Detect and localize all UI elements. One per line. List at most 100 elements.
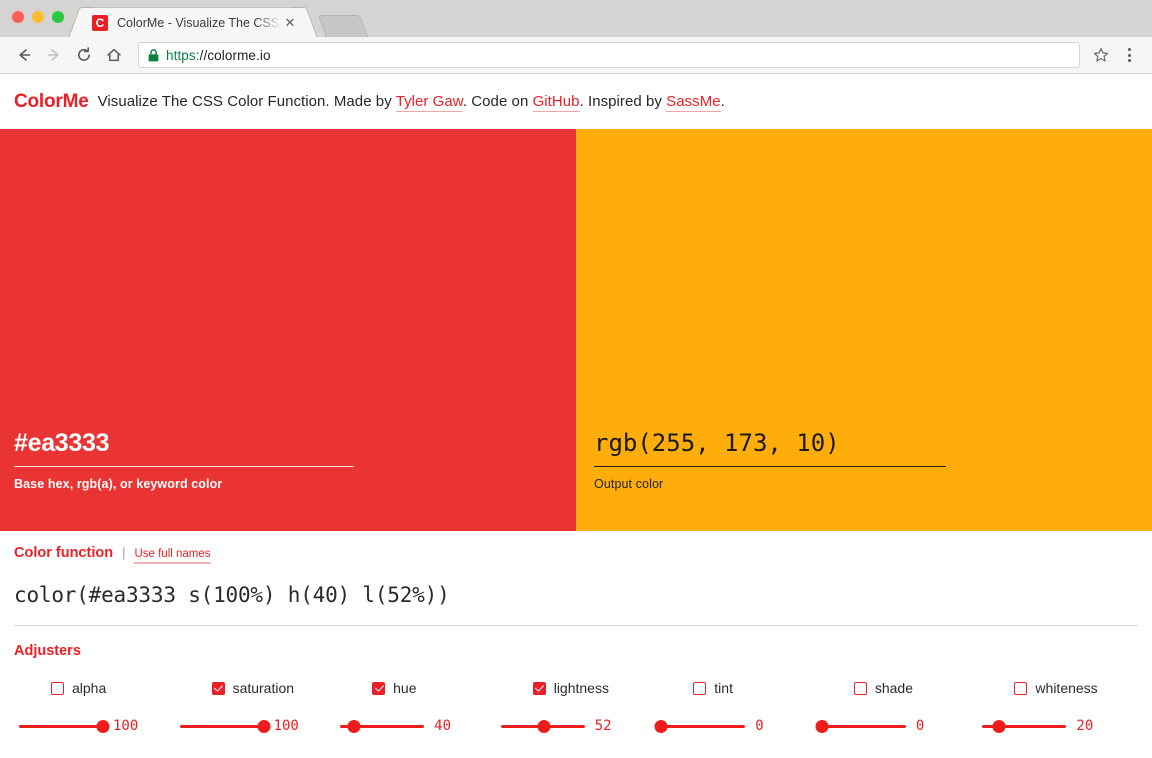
- menu-dot: [1127, 53, 1131, 57]
- favicon-icon: C: [92, 14, 108, 31]
- lock-icon: [148, 48, 159, 62]
- slider-track-saturation[interactable]: [179, 724, 264, 728]
- checkbox-whiteness-unchecked-icon[interactable]: [1014, 681, 1028, 695]
- tagline-text-1: Visualize The CSS Color Function. Made b…: [97, 93, 396, 110]
- slider-value-whiteness: 20: [1076, 718, 1094, 734]
- adjuster-toggle-row-hue[interactable]: hue: [372, 680, 417, 696]
- adjuster-toggle-row-saturation[interactable]: saturation: [211, 680, 294, 696]
- use-full-names-toggle[interactable]: Use full names: [134, 548, 211, 564]
- adjuster-label-lightness: lightness: [553, 680, 609, 696]
- slider-thumb-lightness[interactable]: [537, 719, 551, 733]
- url-scheme: https:: [166, 47, 200, 63]
- slider-lightness[interactable]: [500, 719, 585, 733]
- sassme-link[interactable]: SassMe: [666, 93, 721, 112]
- checkbox-shade-unchecked-icon[interactable]: [853, 681, 867, 695]
- adjuster-toggle-row-shade[interactable]: shade: [853, 680, 913, 696]
- tagline-text-3: . Inspired by: [579, 93, 667, 110]
- browser-tab[interactable]: C ColorMe - Visualize The CSS Color Func…: [82, 8, 304, 37]
- checkbox-saturation-checked-icon[interactable]: [211, 681, 225, 695]
- adjuster-label-hue: hue: [393, 680, 417, 696]
- slider-row-whiteness: 20: [982, 718, 1102, 734]
- adjuster-toggle-row-lightness[interactable]: lightness: [532, 680, 609, 696]
- base-input-underline: [14, 466, 354, 467]
- adjuster-toggle-row-alpha[interactable]: alpha: [51, 680, 106, 696]
- slider-value-tint: 0: [755, 718, 764, 734]
- checkbox-lightness-checked-icon[interactable]: [532, 681, 546, 695]
- slider-thumb-saturation[interactable]: [257, 719, 271, 733]
- output-input-label: Output color: [594, 477, 664, 491]
- adjuster-toggle-row-whiteness[interactable]: whiteness: [1014, 680, 1098, 696]
- new-tab-button[interactable]: [317, 15, 369, 37]
- slider-whiteness[interactable]: [982, 719, 1067, 733]
- tab-close-icon[interactable]: ✕: [282, 16, 298, 29]
- color-function-section: Color function | Use full names color(#e…: [0, 531, 1152, 626]
- slider-row-saturation: 100: [179, 718, 300, 734]
- address-bar[interactable]: https://colorme.io: [138, 42, 1080, 68]
- tagline-text-2: . Code on: [462, 93, 533, 110]
- menu-dot: [1127, 59, 1131, 62]
- slider-value-saturation: 100: [273, 718, 299, 734]
- window-close-button[interactable]: [12, 11, 24, 23]
- github-link[interactable]: GitHub: [532, 93, 580, 112]
- adjuster-hue: hue 40: [335, 680, 496, 734]
- color-function-value[interactable]: color(#ea3333 s(100%) h(40) l(52%)): [14, 583, 1138, 607]
- slider-value-alpha: 100: [113, 718, 139, 734]
- checkbox-tint-unchecked-icon[interactable]: [693, 681, 707, 695]
- window-minimize-button[interactable]: [32, 11, 44, 23]
- output-color-input[interactable]: rgb(255, 173, 10): [594, 430, 946, 466]
- bookmark-star-icon[interactable]: [1088, 42, 1114, 68]
- adjuster-lightness: lightness 52: [496, 680, 657, 734]
- slider-thumb-hue[interactable]: [347, 719, 361, 733]
- adjusters-section: Adjusters alpha 100 saturation 100 hue 40 ligh…: [0, 626, 1152, 734]
- adjuster-label-whiteness: whiteness: [1035, 680, 1098, 696]
- color-function-header: Color function | Use full names: [14, 545, 1138, 564]
- tagline-text-4: .: [720, 93, 725, 110]
- slider-row-hue: 40: [340, 718, 460, 734]
- author-link[interactable]: Tyler Gaw: [395, 93, 463, 112]
- browser-chrome: C ColorMe - Visualize The CSS Color Func…: [0, 0, 1152, 74]
- adjusters-title: Adjusters: [14, 643, 81, 659]
- slider-track-alpha[interactable]: [19, 724, 103, 728]
- adjuster-alpha: alpha 100: [14, 680, 175, 734]
- adjuster-saturation: saturation 100: [175, 680, 336, 734]
- slider-alpha[interactable]: [19, 719, 110, 733]
- tab-strip: C ColorMe - Visualize The CSS Color Func…: [0, 0, 1152, 37]
- adjuster-toggle-row-tint[interactable]: tint: [693, 680, 733, 696]
- slider-shade[interactable]: [815, 719, 906, 733]
- color-function-title: Color function: [14, 545, 114, 561]
- color-function-separator: |: [122, 545, 126, 560]
- slider-thumb-alpha[interactable]: [96, 719, 110, 733]
- adjuster-label-shade: shade: [874, 680, 913, 696]
- slider-thumb-shade[interactable]: [815, 719, 829, 733]
- output-input-underline: [594, 466, 946, 467]
- slider-row-tint: 0: [654, 718, 781, 734]
- reload-icon[interactable]: [70, 41, 98, 69]
- site-logo: ColorMe: [14, 90, 89, 112]
- base-input-label: Base hex, rgb(a), or keyword color: [14, 477, 223, 491]
- window-maximize-button[interactable]: [52, 11, 64, 23]
- menu-dot: [1127, 48, 1131, 51]
- checkbox-hue-checked-icon[interactable]: [372, 681, 386, 695]
- slider-track-shade[interactable]: [821, 724, 906, 728]
- home-icon[interactable]: [100, 41, 128, 69]
- back-icon[interactable]: [10, 41, 38, 69]
- forward-icon[interactable]: [40, 41, 68, 69]
- slider-track-tint[interactable]: [661, 724, 746, 728]
- slider-thumb-whiteness[interactable]: [992, 719, 1006, 733]
- slider-tint[interactable]: [654, 719, 746, 733]
- slider-hue[interactable]: [340, 719, 425, 733]
- window-controls: [12, 11, 64, 23]
- adjuster-label-tint: tint: [714, 680, 733, 696]
- slider-saturation[interactable]: [179, 719, 271, 733]
- adjuster-tint: tint 0: [654, 680, 817, 734]
- browser-toolbar: https://colorme.io: [0, 37, 1152, 74]
- slider-value-hue: 40: [434, 718, 451, 734]
- slider-row-shade: 0: [815, 718, 942, 734]
- checkbox-alpha-unchecked-icon[interactable]: [51, 681, 64, 695]
- base-color-input[interactable]: #ea3333: [14, 429, 354, 466]
- address-bar-url: https://colorme.io: [166, 48, 271, 63]
- site-header: ColorMe Visualize The CSS Color Function…: [0, 74, 1152, 129]
- adjuster-whiteness: whiteness 20: [977, 680, 1138, 734]
- chrome-menu-icon[interactable]: [1116, 42, 1142, 68]
- slider-thumb-tint[interactable]: [654, 719, 668, 733]
